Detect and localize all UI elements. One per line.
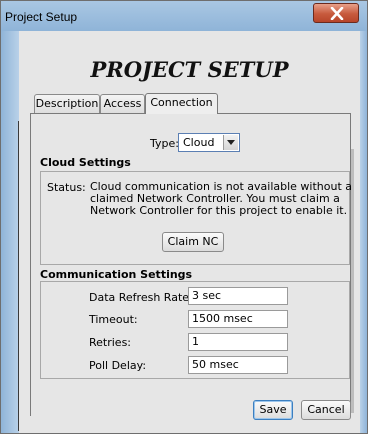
title-bar[interactable]: Project Setup — [1, 1, 367, 31]
retries-label: Retries: — [89, 336, 132, 349]
timeout-label: Timeout: — [89, 313, 138, 326]
data-refresh-rate-field[interactable]: 3 sec — [188, 287, 288, 305]
chevron-down-icon — [227, 140, 235, 145]
poll-delay-field[interactable]: 50 msec — [188, 356, 288, 374]
data-refresh-rate-label: Data Refresh Rate: — [89, 291, 193, 304]
window-title: Project Setup — [5, 10, 78, 24]
type-label: Type: — [150, 137, 179, 150]
status-label: Status: — [47, 181, 86, 194]
timeout-field[interactable]: 1500 msec — [188, 310, 288, 328]
close-button[interactable] — [313, 3, 359, 23]
project-setup-window: Project Setup PROJECT SETUP Description … — [0, 0, 368, 434]
dropdown-arrow[interactable] — [223, 135, 238, 150]
poll-delay-label: Poll Delay: — [89, 359, 147, 372]
type-value: Cloud — [183, 136, 215, 149]
window-frame-left — [1, 31, 19, 433]
status-message: Cloud communication is not available wit… — [90, 180, 353, 217]
tab-connection[interactable]: Connection — [145, 93, 218, 114]
dialog-content: PROJECT SETUP Description Access Connect… — [19, 31, 360, 433]
claim-nc-button[interactable]: Claim NC — [162, 232, 224, 252]
type-dropdown[interactable]: Cloud — [178, 133, 240, 152]
tab-description[interactable]: Description — [34, 94, 100, 113]
save-button[interactable]: Save — [253, 400, 293, 420]
close-icon — [330, 7, 344, 20]
cloud-settings-title: Cloud Settings — [40, 156, 131, 169]
cancel-button[interactable]: Cancel — [301, 400, 351, 420]
window-frame-right — [360, 31, 367, 433]
page-title: PROJECT SETUP — [90, 57, 289, 82]
retries-field[interactable]: 1 — [188, 333, 288, 351]
communication-settings-title: Communication Settings — [40, 268, 193, 281]
tab-access[interactable]: Access — [100, 94, 145, 113]
